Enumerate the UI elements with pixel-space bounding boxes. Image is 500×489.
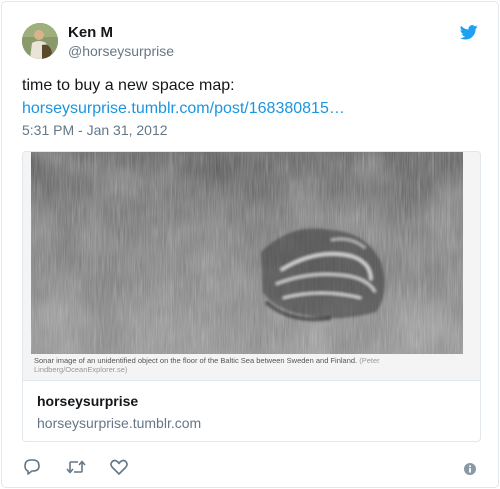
retweet-icon[interactable] [65, 458, 86, 476]
author-name[interactable]: Ken M [68, 24, 113, 41]
tweet-link[interactable]: horseysurprise.tumblr.com/post/168380815… [22, 97, 482, 120]
card-url[interactable]: horseysurprise.tumblr.com [37, 414, 466, 432]
caption-text: Sonar image of an unidentified object on… [34, 356, 358, 365]
card-image[interactable]: Sonar image of an unidentified object on… [23, 152, 480, 380]
tweet-body: time to buy a new space map: [22, 77, 235, 94]
image-caption: Sonar image of an unidentified object on… [34, 356, 474, 374]
avatar[interactable] [22, 23, 58, 59]
info-icon[interactable] [464, 462, 476, 475]
tweet-actions [22, 458, 482, 478]
tweet-card: Ken M @horseysurprise time to buy a new … [1, 1, 499, 488]
sonar-image [31, 152, 463, 354]
twitter-bird-icon[interactable] [459, 25, 478, 40]
heart-icon[interactable] [109, 458, 129, 476]
link-preview-card[interactable]: Sonar image of an unidentified object on… [22, 151, 481, 442]
tweet-timestamp[interactable]: 5:31 PM - Jan 31, 2012 [22, 122, 168, 138]
tweet-text: time to buy a new space map: horseysurpr… [22, 74, 482, 120]
card-title[interactable]: horseysurprise [37, 392, 466, 410]
author-handle[interactable]: @horseysurprise [68, 43, 174, 59]
reply-icon[interactable] [22, 458, 42, 476]
card-body[interactable]: horseysurprise horseysurprise.tumblr.com [23, 380, 480, 441]
